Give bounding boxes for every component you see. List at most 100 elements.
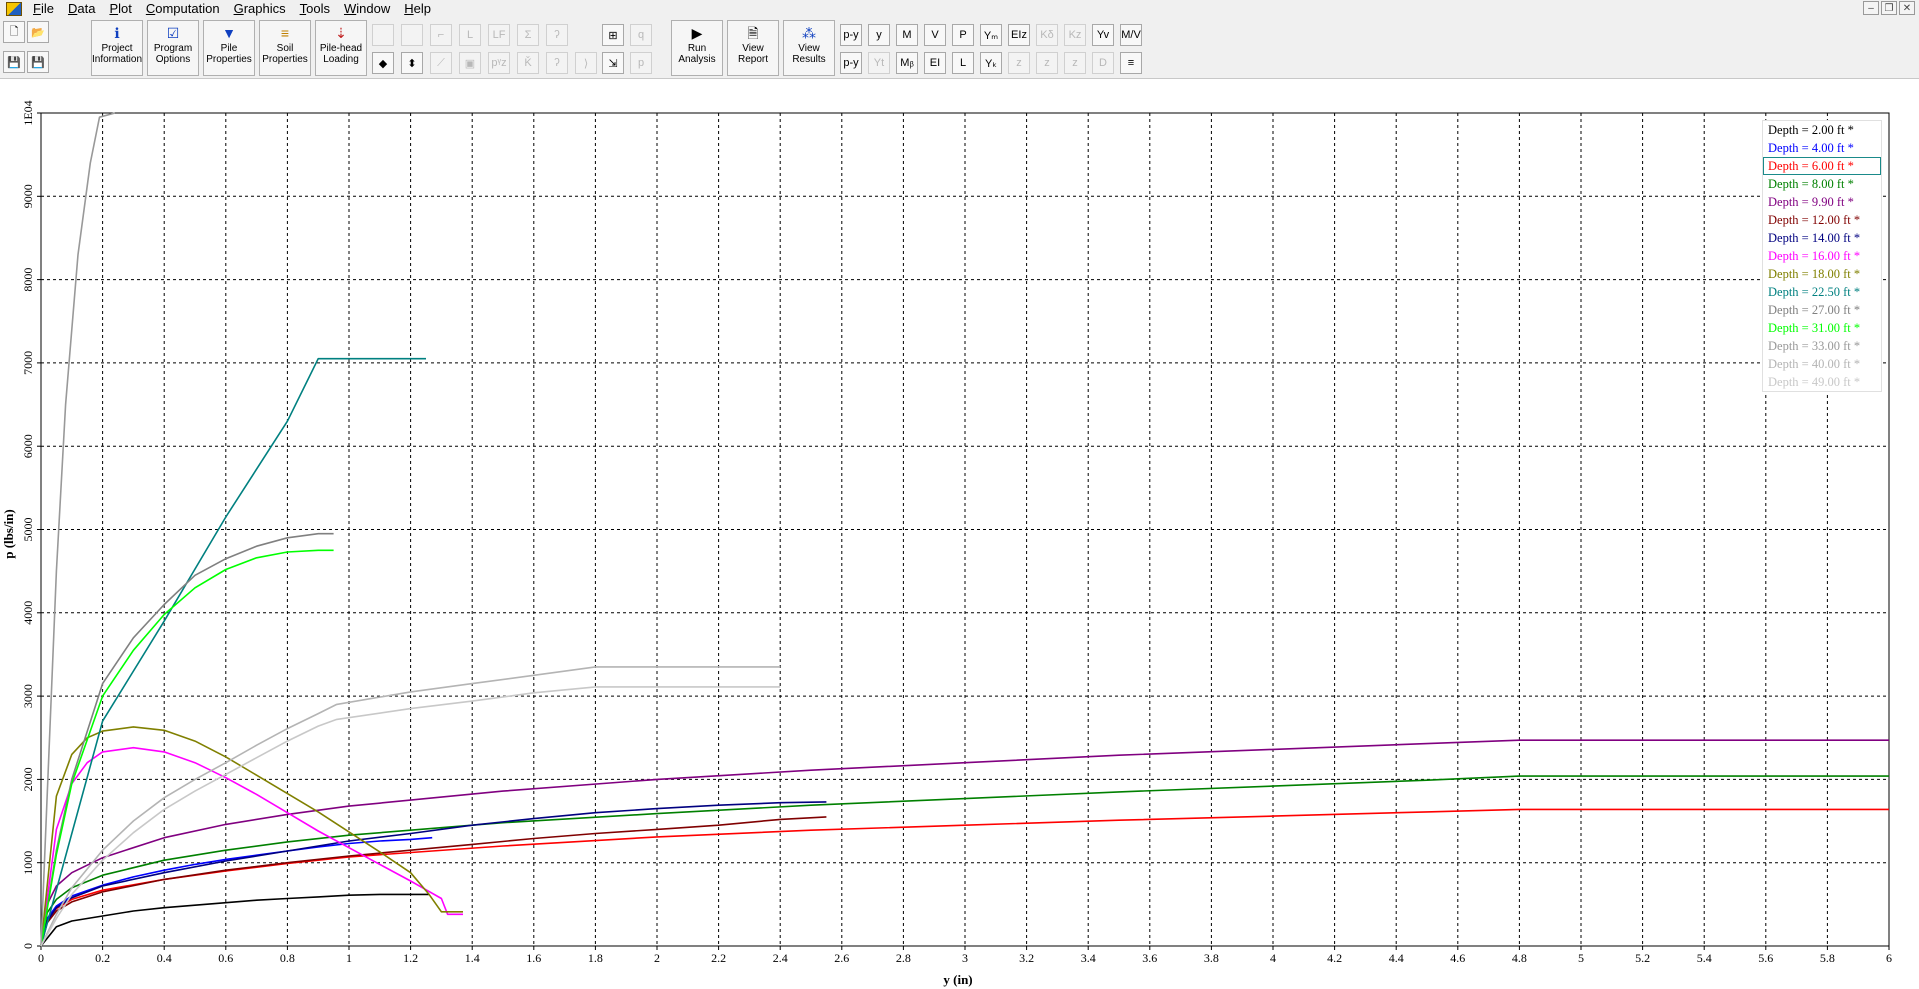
plot-tool-22-icon[interactable]: ≡ <box>1120 52 1142 74</box>
plot-tool-9-icon[interactable]: Kz <box>1064 24 1086 46</box>
menu-file[interactable]: File <box>26 0 61 18</box>
legend-item[interactable]: Depth = 22.50 ft * <box>1763 283 1881 301</box>
x-tick-label: 5.4 <box>1697 951 1712 965</box>
legend-item[interactable]: Depth = 9.90 ft * <box>1763 193 1881 211</box>
series-line-7 <box>40 801 827 947</box>
legend-item[interactable]: Depth = 27.00 ft * <box>1763 301 1881 319</box>
mid-tool-4-icon[interactable]: p <box>630 52 652 74</box>
view-report-button[interactable]: 🗎 View Report <box>727 20 779 76</box>
plot-tool-3-icon[interactable]: M <box>896 24 918 46</box>
program-options-button[interactable]: ☑ Program Options <box>147 20 199 76</box>
soil-properties-button[interactable]: ≡ Soil Properties <box>259 20 311 76</box>
plot-tool-7-icon[interactable]: EIz <box>1008 24 1030 46</box>
graphics-tool-1-icon[interactable] <box>372 24 394 46</box>
menu-window[interactable]: Window <box>337 0 397 18</box>
graphics-tool-12-icon[interactable]: pᵞz <box>488 52 510 74</box>
minimize-button[interactable]: – <box>1863 1 1879 15</box>
graphics-tool-8-icon[interactable]: ◆ <box>372 52 394 74</box>
graphics-tool-15-icon[interactable]: ⟩ <box>575 52 597 74</box>
menu-help[interactable]: Help <box>397 0 438 18</box>
plot-tool-21-icon[interactable]: D <box>1092 52 1114 74</box>
mid-tool-2-icon[interactable]: q <box>630 24 652 46</box>
y-tick-label: 1000 <box>21 851 35 875</box>
graphics-tool-13-icon[interactable]: Ǩ <box>517 52 539 74</box>
legend-item[interactable]: Depth = 4.00 ft * <box>1763 139 1881 157</box>
x-tick-label: 0.4 <box>157 951 172 965</box>
plot-tool-13-icon[interactable]: Yt <box>868 52 890 74</box>
graphics-tool-4-icon[interactable]: L <box>459 24 481 46</box>
plot-tool-10-icon[interactable]: Yv <box>1092 24 1114 46</box>
plot-tool-2-icon[interactable]: y <box>868 24 890 46</box>
pile-load-icon: ⇣ <box>335 24 347 41</box>
legend-item[interactable]: Depth = 6.00 ft * <box>1763 157 1881 175</box>
legend-item[interactable]: Depth = 31.00 ft * <box>1763 319 1881 337</box>
x-tick-label: 6 <box>1886 951 1892 965</box>
legend-item[interactable]: Depth = 16.00 ft * <box>1763 247 1881 265</box>
button-label: Loading <box>323 54 359 65</box>
app-logo-icon <box>6 2 22 16</box>
legend-item[interactable]: Depth = 33.00 ft * <box>1763 337 1881 355</box>
save-all-icon[interactable]: 💾 <box>27 51 49 73</box>
y-tick-label: 8000 <box>21 268 35 292</box>
menu-tools[interactable]: Tools <box>293 0 337 18</box>
plot-tool-20-icon[interactable]: z <box>1064 52 1086 74</box>
project-information-button[interactable]: ℹ Project Information <box>91 20 143 76</box>
legend-item[interactable]: Depth = 8.00 ft * <box>1763 175 1881 193</box>
plot-tool-16-icon[interactable]: L <box>952 52 974 74</box>
plot-tool-12-icon[interactable]: p-y <box>840 52 862 74</box>
close-button[interactable]: ✕ <box>1899 1 1915 15</box>
open-folder-icon[interactable]: 📂 <box>27 21 49 43</box>
plot-tool-4-icon[interactable]: V <box>924 24 946 46</box>
x-tick-label: 4.8 <box>1512 951 1527 965</box>
y-tick-label: 4000 <box>21 601 35 625</box>
legend-item[interactable]: Depth = 12.00 ft * <box>1763 211 1881 229</box>
restore-button[interactable]: ❐ <box>1881 1 1897 15</box>
y-tick-label: 0 <box>21 943 35 949</box>
plot-tool-18-icon[interactable]: z <box>1008 52 1030 74</box>
plot-tool-14-icon[interactable]: Mᵦ <box>896 52 918 74</box>
plot-tool-1-icon[interactable]: p-y <box>840 24 862 46</box>
mid-tool-3-icon[interactable]: ⇲ <box>602 52 624 74</box>
menu-computation[interactable]: Computation <box>139 0 227 18</box>
legend-item[interactable]: Depth = 2.00 ft * <box>1763 121 1881 139</box>
legend-item[interactable]: Depth = 49.00 ft * <box>1763 373 1881 391</box>
x-tick-label: 3.8 <box>1204 951 1219 965</box>
menu-data[interactable]: Data <box>61 0 102 18</box>
x-tick-label: 1.2 <box>403 951 418 965</box>
legend-item[interactable]: Depth = 14.00 ft * <box>1763 229 1881 247</box>
x-axis-label: y (in) <box>943 972 972 987</box>
plot-tool-5-icon[interactable]: P <box>952 24 974 46</box>
series-line-12 <box>40 549 334 947</box>
new-file-icon[interactable]: 🗋 <box>3 21 25 43</box>
plot-tool-6-icon[interactable]: Yₘ <box>980 24 1002 46</box>
legend-item[interactable]: Depth = 18.00 ft * <box>1763 265 1881 283</box>
graphics-tool-5-icon[interactable]: LF <box>488 24 510 46</box>
pile-head-loading-button[interactable]: ⇣ Pile-head Loading <box>315 20 367 76</box>
graphics-tool-2-icon[interactable] <box>401 24 423 46</box>
series-line-4 <box>40 775 1889 947</box>
graphics-tool-7-icon[interactable]: ʔ <box>546 24 568 46</box>
graphics-tool-6-icon[interactable]: Σ <box>517 24 539 46</box>
menu-graphics[interactable]: Graphics <box>227 0 293 18</box>
save-icon[interactable]: 💾 <box>3 51 25 73</box>
view-results-button[interactable]: ⁂ View Results <box>783 20 835 76</box>
graphics-tool-3-icon[interactable]: ⌐ <box>430 24 452 46</box>
plot-tool-11-icon[interactable]: M/V <box>1120 24 1142 46</box>
mid-tool-1-icon[interactable]: ⊞ <box>602 24 624 46</box>
run-analysis-button[interactable]: ▶ Run Analysis <box>671 20 723 76</box>
plot-tool-19-icon[interactable]: z <box>1036 52 1058 74</box>
legend-item[interactable]: Depth = 40.00 ft * <box>1763 355 1881 373</box>
plot-tool-17-icon[interactable]: Yₖ <box>980 52 1002 74</box>
plot-tool-8-icon[interactable]: Kδ <box>1036 24 1058 46</box>
graphics-tool-10-icon[interactable]: ⟋ <box>430 52 452 74</box>
plot-tool-15-icon[interactable]: EI <box>924 52 946 74</box>
x-tick-label: 0 <box>38 951 44 965</box>
graphics-tool-11-icon[interactable]: ▣ <box>459 52 481 74</box>
button-label: View <box>798 43 820 54</box>
menu-plot[interactable]: Plot <box>102 0 138 18</box>
p-y-curves-chart: 0 0.2 0.4 0.6 0.8 1 1.2 1.4 1.6 1.8 2 2.2 2.4 2.6 2.8 3… <box>1 100 1892 987</box>
graphics-tool-14-icon[interactable]: ʔ <box>546 52 568 74</box>
chart-legend: Depth = 2.00 ft * Depth = 4.00 ft * Depth … <box>1762 120 1882 392</box>
pile-properties-button[interactable]: ▼ Pile Properties <box>203 20 255 76</box>
graphics-tool-9-icon[interactable]: ⬍ <box>401 52 423 74</box>
